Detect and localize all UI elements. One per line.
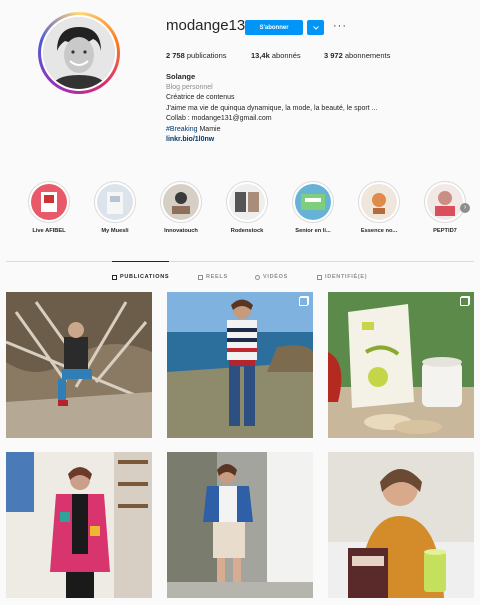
follow-button[interactable]: S'abonner [245, 20, 303, 35]
profile-avatar[interactable] [38, 12, 120, 94]
tab-reels[interactable]: REELS [198, 274, 228, 280]
tabs-divider [6, 261, 474, 262]
more-options-button[interactable]: ··· [333, 21, 347, 32]
bio-line: Créatrice de contenus [166, 94, 235, 101]
post-thumbnail[interactable] [167, 452, 313, 598]
post-thumbnail[interactable] [6, 452, 152, 598]
highlight-rodenstock[interactable]: Rodenstock [224, 181, 270, 234]
reels-icon [198, 274, 203, 280]
stat-followers[interactable]: 13,4k abonnés [251, 51, 324, 60]
tab-videos[interactable]: VIDÉOS [255, 274, 288, 280]
highlights-next-arrow-icon[interactable]: › [460, 203, 470, 213]
carousel-icon [299, 297, 308, 306]
video-icon [255, 274, 260, 280]
tag-icon [317, 274, 322, 280]
profile-username: modange13 [166, 17, 246, 34]
stat-publications: 2 758 publications [166, 51, 227, 60]
active-tab-indicator [112, 261, 169, 262]
grid-icon [112, 274, 117, 280]
hashtag-link[interactable]: #Breaking [166, 126, 198, 133]
post-thumbnail[interactable] [6, 292, 152, 438]
profile-category: Blog personnel [166, 83, 213, 91]
tab-publications[interactable]: PUBLICATIONS [112, 274, 169, 280]
highlight-senior[interactable]: Senior en li... [290, 181, 336, 234]
highlight-innovatouch[interactable]: Innovatouch [158, 181, 204, 234]
highlight-my-muesli[interactable]: My Muesli [92, 181, 138, 234]
post-thumbnail[interactable] [328, 452, 474, 598]
post-thumbnail[interactable] [328, 292, 474, 438]
profile-stats: 2 758 publications 13,4k abonnés 3 972 a… [166, 51, 390, 60]
chevron-down-icon [312, 25, 319, 30]
stat-following[interactable]: 3 972 abonnements [324, 51, 390, 60]
tab-tagged[interactable]: IDENTIFIÉ(E) [317, 274, 367, 280]
profile-bio: Solange Blog personnel Créatrice de cont… [166, 72, 436, 146]
post-thumbnail[interactable] [167, 292, 313, 438]
bio-hashtag-line: #Breaking Mamie [166, 125, 221, 133]
highlight-essence[interactable]: Essence no... [356, 181, 402, 234]
carousel-icon [460, 297, 469, 306]
suggestions-dropdown-button[interactable] [307, 20, 324, 35]
avatar-photo [43, 17, 115, 89]
highlight-live-afibel[interactable]: Live AFIBEL [26, 181, 72, 234]
bio-line: J'aime ma vie de quinqua dynamique, la m… [166, 104, 378, 112]
bio-external-link[interactable]: linkr.bio/1l0nw [166, 135, 436, 146]
profile-name: Solange [166, 72, 196, 81]
bio-line: Collab : modange131@gmail.com [166, 115, 272, 122]
